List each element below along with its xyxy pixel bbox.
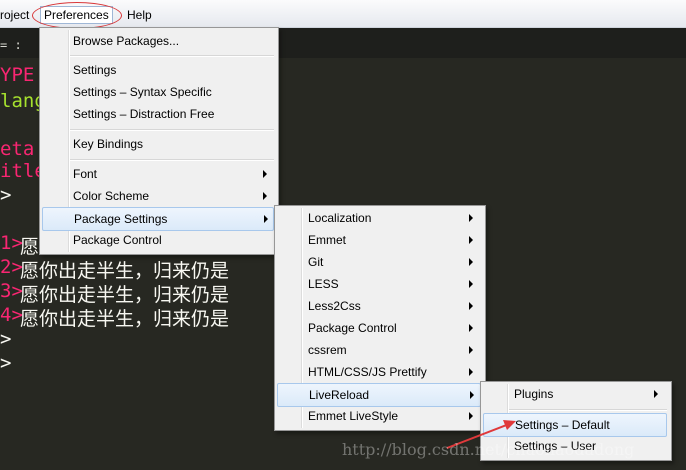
watermark: http://blog.csdn.net/chaohaodadong: [342, 440, 635, 459]
annotation-arrow: [446, 420, 516, 449]
